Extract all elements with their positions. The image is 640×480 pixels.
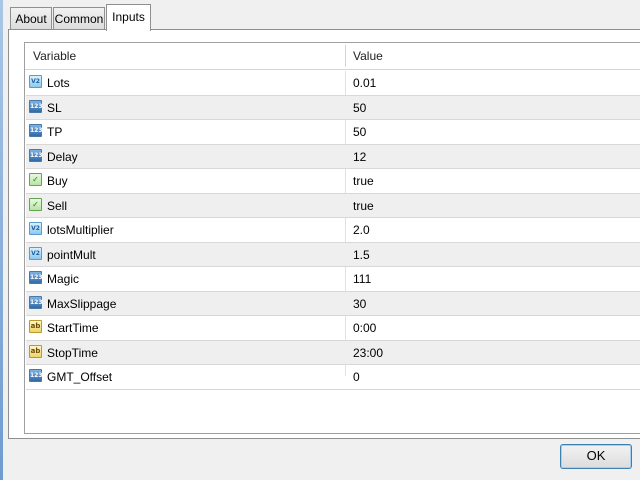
parameter-name: Delay	[47, 149, 78, 164]
double-type-icon: V2	[29, 246, 42, 260]
integer-type-icon: 123	[29, 99, 43, 113]
parameter-name: GMT_Offset	[47, 370, 113, 384]
tab-inputs[interactable]: Inputs	[106, 4, 151, 31]
parameter-row[interactable]: 123 SL 50	[26, 95, 640, 120]
parameter-name: lotsMultiplier	[47, 223, 114, 237]
parameter-name: StartTime	[47, 321, 99, 335]
window-edge	[0, 0, 3, 480]
parameter-row[interactable]: ✓ Buy true	[26, 169, 640, 194]
string-type-icon: ab	[29, 344, 42, 358]
parameter-value[interactable]: 1.5	[353, 243, 370, 266]
parameter-value[interactable]: 0	[353, 365, 360, 388]
parameter-name: StopTime	[47, 345, 98, 360]
integer-type-icon: 123	[29, 295, 43, 309]
integer-type-icon: 123	[29, 369, 43, 382]
column-header-value[interactable]: Value	[353, 43, 383, 69]
boolean-type-icon: ✓	[29, 197, 42, 211]
parameter-row[interactable]: 123 Delay 12	[26, 144, 640, 169]
parameter-row[interactable]: 123 TP 50	[26, 120, 640, 145]
parameter-name: Lots	[47, 76, 70, 90]
tab-about[interactable]: About	[10, 7, 52, 29]
parameter-name: TP	[47, 125, 63, 139]
grid-header: Variable Value	[25, 43, 640, 70]
inputs-panel: Variable Value V2 Lots 0.01 123 SL 50 123 TP 50 1…	[8, 29, 640, 439]
ok-button[interactable]: OK	[560, 444, 632, 469]
parameter-name: Buy	[47, 174, 68, 188]
double-type-icon: V2	[29, 75, 42, 88]
parameter-row[interactable]: V2 lotsMultiplier 2.0	[26, 218, 640, 243]
parameter-value[interactable]: 30	[353, 292, 366, 315]
string-type-icon: ab	[29, 320, 42, 333]
tab-common[interactable]: Common	[53, 7, 105, 29]
parameter-value[interactable]: 23:00	[353, 341, 383, 364]
parameter-name: Magic	[47, 272, 80, 286]
integer-type-icon: 123	[29, 124, 43, 137]
parameter-value[interactable]: 50	[353, 96, 366, 119]
parameter-row[interactable]: V2 Lots 0.01	[26, 71, 640, 96]
parameter-row[interactable]: V2 pointMult 1.5	[26, 242, 640, 267]
double-type-icon: V2	[29, 222, 42, 235]
parameter-value[interactable]: true	[353, 169, 374, 192]
parameter-value[interactable]: 111	[353, 267, 371, 290]
inputs-grid: Variable Value V2 Lots 0.01 123 SL 50 123 TP 50 1…	[24, 42, 640, 434]
parameter-row[interactable]: ab StopTime 23:00	[26, 340, 640, 365]
parameter-value[interactable]: 12	[353, 145, 366, 168]
parameter-value[interactable]: 50	[353, 120, 366, 143]
parameter-row[interactable]: ab StartTime 0:00	[26, 316, 640, 341]
parameter-row[interactable]: 123 Magic 111	[26, 267, 640, 292]
integer-type-icon: 123	[29, 271, 43, 284]
parameter-row[interactable]: ✓ Sell true	[26, 193, 640, 218]
parameter-name: pointMult	[47, 247, 96, 262]
boolean-type-icon: ✓	[29, 173, 42, 186]
parameter-value[interactable]: 0.01	[353, 71, 376, 94]
parameter-value[interactable]: true	[353, 194, 374, 217]
column-header-variable[interactable]: Variable	[33, 43, 76, 69]
parameter-value[interactable]: 0:00	[353, 316, 376, 339]
parameter-name: MaxSlippage	[47, 296, 117, 311]
integer-type-icon: 123	[29, 148, 43, 162]
parameter-row[interactable]: 123 GMT_Offset 0	[26, 365, 640, 390]
column-divider[interactable]	[345, 45, 346, 67]
parameter-list: V2 Lots 0.01 123 SL 50 123 TP 50 123 Delay 12 ✓ Buy tr…	[26, 71, 640, 390]
parameter-value[interactable]: 2.0	[353, 218, 370, 241]
parameter-row[interactable]: 123 MaxSlippage 30	[26, 291, 640, 316]
parameter-name: Sell	[47, 198, 68, 213]
parameter-name: SL	[47, 100, 62, 115]
